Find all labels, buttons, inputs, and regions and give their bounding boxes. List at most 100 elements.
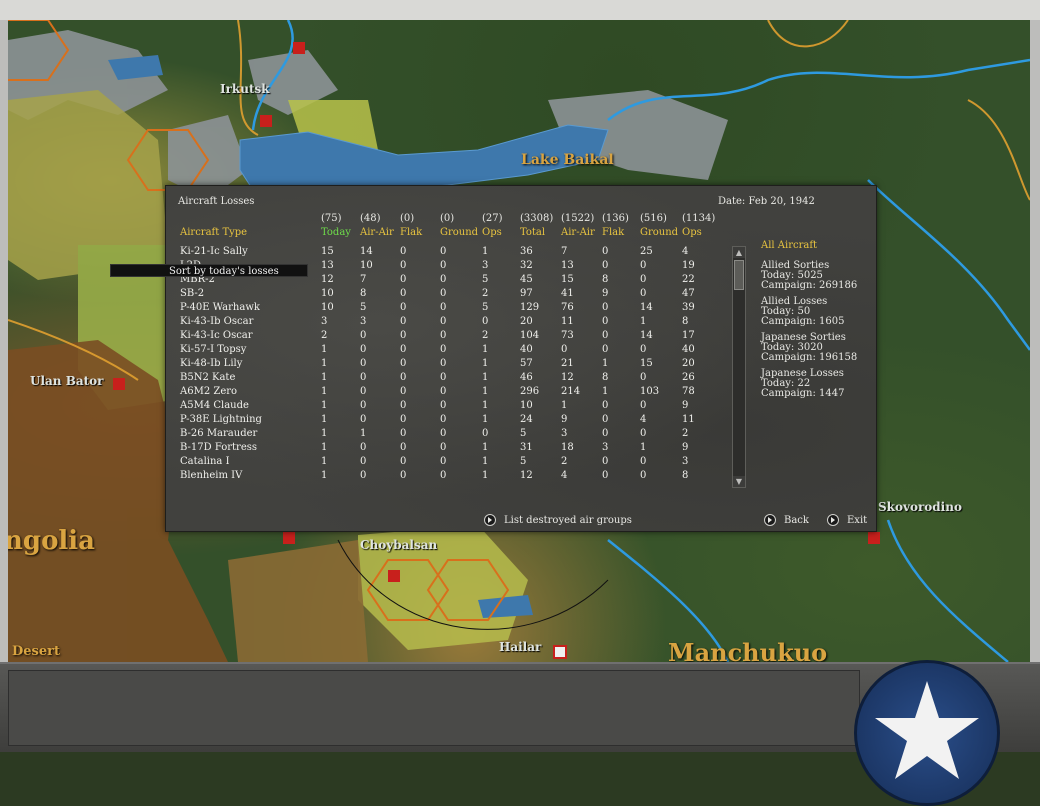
table-row[interactable]: A6M2 Zero 1 0 0 0 1 296 214 1 103 78 (166, 386, 726, 400)
loss-value-cell: 0 (602, 470, 609, 481)
scroll-up-arrow-icon[interactable]: ▲ (733, 247, 745, 258)
soviet-unit-marker[interactable] (868, 532, 880, 544)
city-skovorodino[interactable]: Skovorodino (878, 500, 962, 514)
loss-value-cell: 76 (561, 302, 574, 313)
loss-value-cell: 0 (640, 428, 647, 439)
scroll-down-arrow-icon[interactable]: ▼ (733, 476, 745, 487)
table-row[interactable]: B-17D Fortress 1 0 0 0 1 31 18 3 1 9 (166, 442, 726, 456)
table-row[interactable]: Ki-43-Ic Oscar 2 0 0 0 2 104 73 0 14 17 (166, 330, 726, 344)
aircraft-type-cell: Catalina I (180, 456, 230, 467)
loss-value-cell: 22 (682, 274, 695, 285)
loss-value-cell: 1 (640, 442, 647, 453)
table-scrollbar[interactable]: ▲ ▼ (732, 246, 746, 488)
soviet-unit-marker[interactable] (113, 378, 125, 390)
table-row[interactable]: P-40E Warhawk 10 5 0 0 5 129 76 0 14 39 (166, 302, 726, 316)
column-header-sort[interactable]: Ops (482, 227, 502, 238)
column-header-sort[interactable]: Total (520, 227, 545, 238)
column-header-sort[interactable]: Flak (400, 227, 422, 238)
left-frame (0, 20, 8, 662)
loss-value-cell: 0 (640, 260, 647, 271)
river (867, 179, 1030, 351)
soviet-unit-marker[interactable] (293, 42, 305, 54)
column-header-sort[interactable]: Ground (640, 227, 678, 238)
loss-value-cell: 24 (520, 414, 533, 425)
soviet-unit-marker[interactable] (260, 115, 272, 127)
column-header-sort[interactable]: Ops (682, 227, 702, 238)
sort-tooltip: Sort by today's losses (110, 264, 308, 277)
loss-value-cell: 0 (440, 456, 447, 467)
city-hailar[interactable]: Hailar (499, 640, 541, 654)
back-button[interactable]: Back (764, 514, 809, 526)
list-destroyed-air-groups-button[interactable]: List destroyed air groups (484, 514, 632, 526)
loss-value-cell: 0 (440, 386, 447, 397)
exit-label: Exit (847, 514, 868, 526)
loss-value-cell: 0 (360, 344, 367, 355)
allied-star-roundel-icon[interactable] (854, 660, 1000, 806)
white-star-shape (875, 681, 979, 779)
column-header-sort[interactable]: Air-Air (561, 227, 595, 238)
table-row[interactable]: A5M4 Claude 1 0 0 0 1 10 1 0 0 9 (166, 400, 726, 414)
loss-value-cell: 1 (561, 400, 568, 411)
summary-panel: All Aircraft Allied Sorties Today: 5025 … (761, 241, 871, 405)
loss-value-cell: 0 (482, 428, 489, 439)
loss-value-cell: 0 (400, 470, 407, 481)
loss-value-cell: 39 (682, 302, 695, 313)
loss-value-cell: 0 (360, 442, 367, 453)
table-row[interactable]: Ki-48-Ib Lily 1 0 0 0 1 57 21 1 15 20 (166, 358, 726, 372)
aircraft-type-cell: Ki-57-I Topsy (180, 344, 247, 355)
loss-value-cell: 36 (520, 246, 533, 257)
table-row[interactable]: Ki-21-Ic Sally 15 14 0 0 1 36 7 0 25 4 (166, 246, 726, 260)
table-row[interactable]: B5N2 Kate 1 0 0 0 1 46 12 8 0 26 (166, 372, 726, 386)
scroll-thumb[interactable] (734, 260, 744, 290)
loss-value-cell: 0 (602, 414, 609, 425)
loss-value-cell: 0 (400, 414, 407, 425)
column-header-sort[interactable]: Ground (440, 227, 478, 238)
loss-value-cell: 0 (440, 246, 447, 257)
japanese-unit-markers[interactable] (553, 645, 567, 659)
loss-value-cell: 0 (640, 456, 647, 467)
loss-value-cell: 41 (561, 288, 574, 299)
table-row[interactable]: Blenheim IV 1 0 0 0 1 12 4 0 0 8 (166, 470, 726, 484)
loss-value-cell: 11 (682, 414, 695, 425)
table-row[interactable]: SB-2 10 8 0 0 2 97 41 9 0 47 (166, 288, 726, 302)
table-row[interactable]: Ki-43-Ib Oscar 3 3 0 0 0 20 11 0 1 8 (166, 316, 726, 330)
column-header-sort[interactable]: Air-Air (360, 227, 394, 238)
loss-value-cell: 0 (440, 288, 447, 299)
table-row[interactable]: Ki-57-I Topsy 1 0 0 0 1 40 0 0 0 40 (166, 344, 726, 358)
soviet-unit-marker[interactable] (388, 570, 400, 582)
column-header-sort[interactable]: Flak (602, 227, 624, 238)
loss-value-cell: 0 (400, 358, 407, 369)
loss-value-cell: 0 (640, 288, 647, 299)
loss-value-cell: 0 (400, 302, 407, 313)
table-row[interactable]: P-38E Lightning 1 0 0 0 1 24 9 0 4 11 (166, 414, 726, 428)
loss-value-cell: 0 (440, 428, 447, 439)
loss-value-cell: 1 (321, 358, 328, 369)
loss-value-cell: 21 (561, 358, 574, 369)
loss-value-cell: 0 (400, 288, 407, 299)
japanese-unit-marker[interactable] (553, 645, 567, 659)
loss-value-cell: 0 (400, 344, 407, 355)
loss-value-cell: 7 (360, 274, 367, 285)
table-row[interactable]: Catalina I 1 0 0 0 1 5 2 0 0 3 (166, 456, 726, 470)
loss-value-cell: 45 (520, 274, 533, 285)
loss-value-cell: 0 (400, 400, 407, 411)
column-count: (516) (640, 213, 667, 224)
loss-value-cell: 2 (482, 330, 489, 341)
city-ulan-bator[interactable]: Ulan Bator (30, 374, 104, 388)
summary-title[interactable]: All Aircraft (761, 241, 871, 251)
city-irkutsk[interactable]: Irkutsk (220, 82, 270, 96)
loss-value-cell: 3 (321, 316, 328, 327)
loss-value-cell: 0 (602, 316, 609, 327)
loss-value-cell: 26 (682, 372, 695, 383)
exit-button[interactable]: Exit (827, 514, 867, 526)
soviet-unit-marker[interactable] (283, 532, 295, 544)
city-choybalsan[interactable]: Choybalsan (360, 538, 437, 552)
japanese-losses-campaign: Campaign: 1447 (761, 388, 845, 399)
column-header-sort[interactable]: Today (321, 227, 351, 238)
top-window-bar (0, 0, 1040, 21)
column-count: (75) (321, 213, 342, 224)
loss-value-cell: 0 (602, 302, 609, 313)
bottom-info-panel (8, 670, 860, 746)
column-header-sort[interactable]: Aircraft Type (180, 227, 247, 238)
table-row[interactable]: B-26 Marauder 1 1 0 0 0 5 3 0 0 2 (166, 428, 726, 442)
